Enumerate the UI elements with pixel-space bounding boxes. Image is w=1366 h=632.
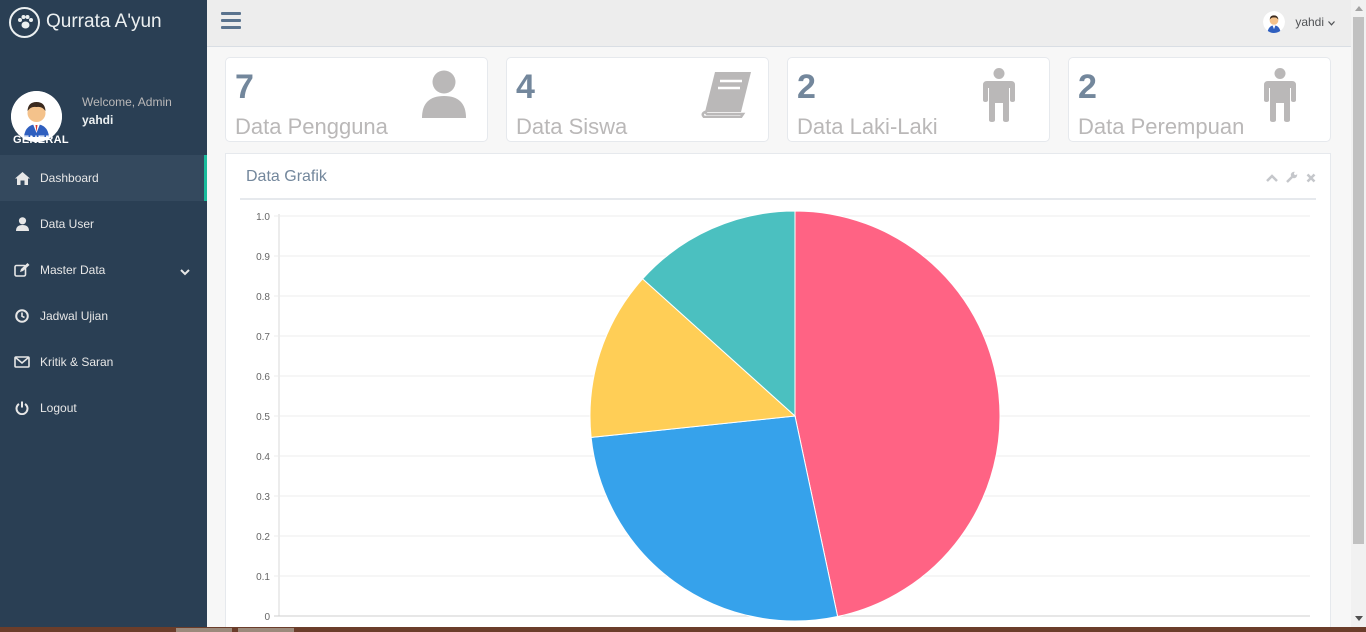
clock-icon (13, 308, 31, 324)
profile-name: yahdi (82, 113, 114, 127)
tile-count: 2 (1078, 68, 1097, 106)
scroll-thumb[interactable] (1353, 17, 1364, 544)
tile-label: Data Laki-Laki (797, 114, 938, 139)
top-nav: yahdi (207, 0, 1351, 47)
pie-chart: 1.0 0.9 0.8 0.7 0.6 0.5 0.4 0.3 0.2 0.1 0 (256, 210, 1310, 623)
welcome-text: Welcome, Admin (82, 95, 172, 109)
chevron-down-icon (1328, 15, 1335, 29)
sidebar-item-label: Jadwal Ujian (40, 309, 109, 323)
user-icon (13, 216, 31, 232)
y-tick-label: 1.0 (256, 212, 270, 223)
user-icon (421, 70, 467, 123)
taskbar-item[interactable] (238, 628, 294, 632)
tile-data-siswa: 4 Data Siswa (506, 57, 769, 142)
scroll-up-icon[interactable] (1355, 6, 1363, 11)
tile-data-laki-laki: 2 Data Laki-Laki (787, 57, 1050, 142)
y-tick-label: 0.7 (256, 332, 270, 343)
tile-label: Data Perempuan (1078, 114, 1245, 139)
y-tick-label: 0.3 (256, 492, 270, 503)
y-tick-label: 0.9 (256, 252, 270, 263)
user-name: yahdi (1295, 15, 1324, 29)
chevron-down-icon[interactable] (180, 265, 190, 279)
brand[interactable]: Qurrata A'yun (0, 0, 207, 44)
sidebar-item-label: Kritik & Saran (40, 355, 114, 369)
pie-slice[interactable] (794, 210, 1001, 618)
paw-icon (9, 6, 40, 38)
y-tick-label: 0.2 (256, 532, 270, 543)
male-icon (1263, 68, 1297, 127)
avatar (1263, 11, 1286, 33)
book-icon (701, 70, 753, 123)
y-tick-label: 0.6 (256, 372, 270, 383)
sidebar-item-logout[interactable]: Logout (0, 385, 207, 431)
menu-toggle-icon[interactable] (221, 12, 241, 30)
envelope-icon (13, 354, 31, 370)
chart-panel: Data Grafik 1.0 0.9 0.8 0.7 0.6 0.5 0.4 0.3 0.2 0… (225, 153, 1331, 632)
brand-title: Qurrata A'yun (46, 11, 162, 32)
sidebar-item-label: Master Data (40, 263, 106, 277)
tile-count: 7 (235, 68, 254, 106)
tile-count: 4 (516, 68, 535, 106)
tile-label: Data Pengguna (235, 114, 388, 139)
y-tick-label: 0 (264, 612, 270, 623)
user-dropdown[interactable]: yahdi (1263, 11, 1335, 33)
sidebar-item-label: Logout (40, 401, 77, 415)
y-tick-label: 0.1 (256, 572, 270, 583)
scrollbar[interactable] (1351, 0, 1366, 627)
sidebar-menu: Dashboard Data User Master Data Jadwal U… (0, 155, 207, 431)
y-tick-label: 0.8 (256, 292, 270, 303)
sidebar: Qurrata A'yun Welcome, Admin yahdi GENER… (0, 0, 207, 627)
edit-icon (13, 262, 31, 278)
sidebar-item-jadwal-ujian[interactable]: Jadwal Ujian (0, 293, 207, 339)
tile-count: 2 (797, 68, 816, 106)
sidebar-item-data-user[interactable]: Data User (0, 201, 207, 247)
tile-label: Data Siswa (516, 114, 628, 139)
y-tick-label: 0.5 (256, 412, 270, 423)
power-icon (13, 400, 31, 416)
sidebar-item-kritik-saran[interactable]: Kritik & Saran (0, 339, 207, 385)
scroll-down-icon[interactable] (1355, 616, 1363, 621)
sidebar-item-master-data[interactable]: Master Data (0, 247, 207, 293)
taskbar (0, 627, 1366, 632)
y-tick-label: 0.4 (256, 452, 270, 463)
sidebar-item-dashboard[interactable]: Dashboard (0, 155, 207, 201)
sidebar-item-label: Data User (40, 217, 95, 231)
tile-data-pengguna: 7 Data Pengguna (225, 57, 488, 142)
sidebar-item-label: Dashboard (40, 171, 99, 185)
pie-slice[interactable] (590, 415, 839, 622)
male-icon (982, 68, 1016, 127)
taskbar-item[interactable] (176, 628, 232, 632)
home-icon (13, 170, 31, 186)
tile-data-perempuan: 2 Data Perempuan (1068, 57, 1331, 142)
